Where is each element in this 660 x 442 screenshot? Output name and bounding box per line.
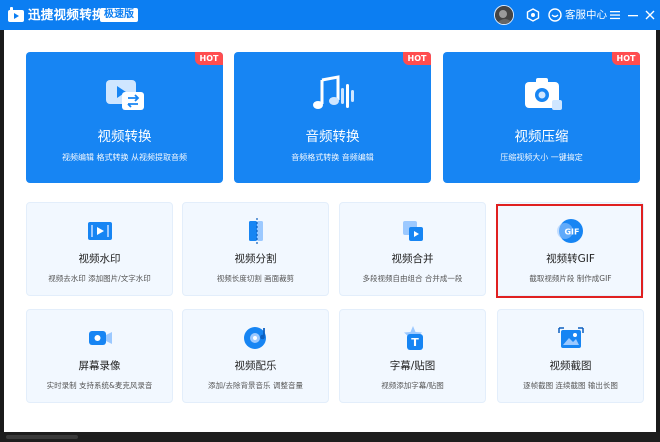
subtitle-icon-text: T bbox=[411, 336, 419, 349]
audio-convert-icon bbox=[312, 75, 354, 109]
card-title: 视频转换 bbox=[97, 129, 152, 145]
card-desc: 视频添加字幕/贴图 bbox=[381, 381, 444, 390]
card-title: 视频分割 bbox=[234, 253, 277, 265]
minimize-icon[interactable] bbox=[627, 9, 639, 21]
card-desc: 视频编辑 格式转换 从视频提取音频 bbox=[61, 153, 188, 162]
audio-convert-card[interactable]: HOT 音频转换 音频格式转换 音频编辑 bbox=[234, 52, 431, 183]
screen-record-card[interactable]: 屏幕录像 实时录制 支持系统&麦克风录音 bbox=[26, 309, 173, 403]
music-card[interactable]: 视频配乐 添加/去除背景音乐 调整音量 bbox=[182, 309, 329, 403]
card-title: 字幕/贴图 bbox=[389, 360, 436, 372]
merge-icon bbox=[402, 221, 423, 241]
edition-badge: 极速版 bbox=[100, 8, 138, 22]
bottom-strip bbox=[0, 432, 660, 442]
vip-icon[interactable] bbox=[526, 8, 540, 22]
card-title: 屏幕录像 bbox=[78, 360, 121, 372]
hot-badge: HOT bbox=[612, 52, 640, 65]
card-desc: 多段视频自由组合 合并成一段 bbox=[362, 274, 463, 283]
watermark-card[interactable]: 视频水印 视频去水印 添加图片/文字水印 bbox=[26, 202, 173, 296]
card-title: 视频合并 bbox=[391, 253, 434, 265]
subtitle-icon: T bbox=[403, 326, 423, 350]
video-convert-card[interactable]: HOT 视频转换 视频编辑 格式转换 从视频提取音频 bbox=[26, 52, 223, 183]
card-desc: 视频去水印 添加图片/文字水印 bbox=[48, 274, 151, 283]
hot-badge: HOT bbox=[195, 52, 223, 65]
hot-badge: HOT bbox=[403, 52, 431, 65]
avatar-image bbox=[495, 6, 513, 24]
subtitle-card[interactable]: T 字幕/贴图 视频添加字幕/贴图 bbox=[339, 309, 486, 403]
card-title: 视频水印 bbox=[78, 253, 121, 265]
app-logo-icon bbox=[8, 7, 24, 22]
split-card[interactable]: 视频分割 视频长度切割 画面裁剪 bbox=[182, 202, 329, 296]
user-avatar[interactable] bbox=[494, 5, 514, 25]
card-desc: 实时录制 支持系统&麦克风录音 bbox=[46, 381, 153, 390]
customer-service-link[interactable]: 客服中心 bbox=[565, 8, 607, 22]
card-desc: 音频格式转换 音频编辑 bbox=[291, 153, 374, 162]
card-desc: 视频长度切割 画面裁剪 bbox=[216, 274, 295, 283]
customer-service-icon[interactable] bbox=[548, 8, 562, 22]
highlight-box bbox=[496, 204, 643, 298]
screen-record-icon bbox=[88, 331, 112, 345]
taskbar-item bbox=[6, 435, 78, 439]
card-desc: 添加/去除背景音乐 调整音量 bbox=[208, 381, 303, 390]
video-compress-icon bbox=[524, 78, 562, 110]
menu-icon[interactable] bbox=[609, 9, 621, 21]
merge-card[interactable]: 视频合并 多段视频自由组合 合并成一段 bbox=[339, 202, 486, 296]
split-icon bbox=[248, 218, 263, 244]
card-desc: 压缩视频大小 一键搞定 bbox=[500, 153, 583, 162]
video-convert-icon bbox=[105, 80, 144, 110]
screenshot-icon bbox=[557, 327, 584, 348]
card-title: 音频转换 bbox=[305, 129, 360, 145]
video-compress-card[interactable]: HOT 视频压缩 压缩视频大小 一键搞定 bbox=[443, 52, 640, 183]
card-title: 视频压缩 bbox=[514, 129, 569, 145]
watermark-icon bbox=[87, 222, 112, 240]
card-title: 视频配乐 bbox=[234, 360, 277, 372]
title-bar: 迅捷视频转换器 极速版 客服中心 bbox=[0, 0, 660, 30]
card-title: 视频截图 bbox=[549, 360, 592, 372]
screenshot-card[interactable]: 视频截图 逐帧截图 连续截图 输出长图 bbox=[497, 309, 644, 403]
close-icon[interactable] bbox=[644, 9, 656, 21]
music-icon bbox=[243, 327, 266, 349]
card-desc: 逐帧截图 连续截图 输出长图 bbox=[523, 381, 618, 390]
